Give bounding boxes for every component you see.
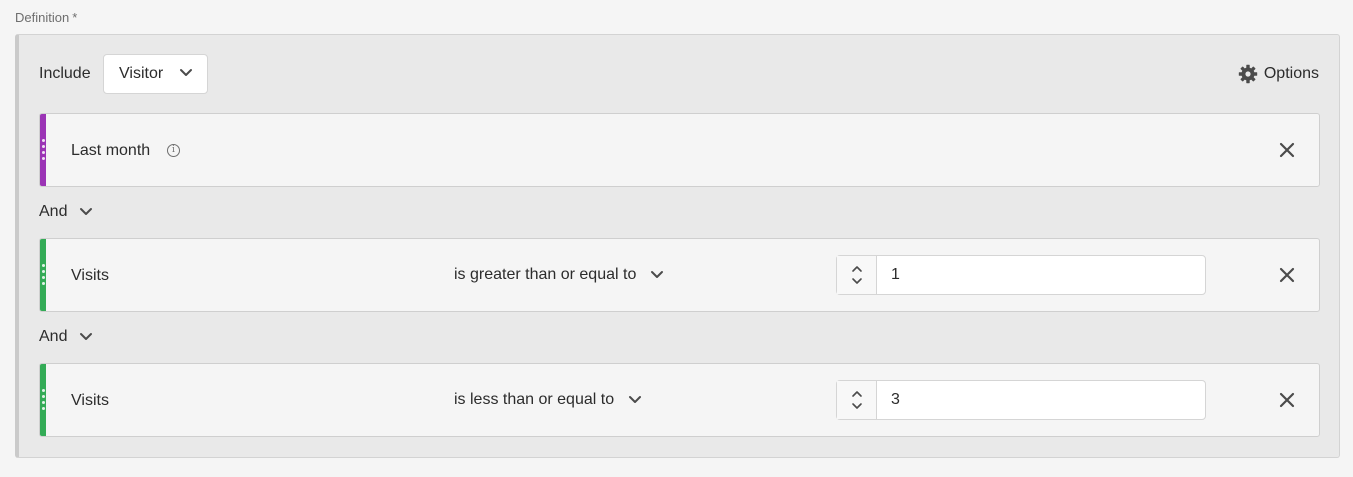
conjunction-dropdown[interactable]: And bbox=[39, 203, 93, 221]
drag-handle[interactable] bbox=[41, 264, 45, 285]
chevron-down-icon[interactable] bbox=[851, 402, 863, 410]
drag-handle[interactable] bbox=[41, 389, 45, 410]
container-type-value: Visitor bbox=[119, 65, 164, 82]
options-label: Options bbox=[1263, 65, 1319, 82]
rule-name: Visits bbox=[71, 267, 109, 284]
chevron-up-icon[interactable] bbox=[851, 265, 863, 273]
required-asterisk: * bbox=[72, 10, 78, 25]
chevron-down-icon bbox=[80, 208, 93, 215]
value-stepper[interactable]: 1 bbox=[836, 255, 1206, 295]
info-icon[interactable]: i bbox=[167, 144, 180, 157]
stepper-buttons[interactable] bbox=[837, 381, 877, 419]
rule-visits-lte: Visits is less than or equal to 3 bbox=[39, 363, 1320, 437]
value-input[interactable]: 1 bbox=[877, 256, 1205, 294]
segment-definition-container: Include Visitor Options Last month i And… bbox=[15, 34, 1340, 458]
operator-dropdown[interactable]: is less than or equal to bbox=[454, 391, 642, 409]
close-icon[interactable] bbox=[1278, 266, 1296, 284]
gear-icon bbox=[1238, 64, 1258, 84]
chevron-down-icon bbox=[629, 396, 642, 403]
chevron-down-icon[interactable] bbox=[851, 277, 863, 285]
close-icon[interactable] bbox=[1278, 391, 1296, 409]
definition-label: Definition * bbox=[15, 10, 77, 25]
chevron-up-icon[interactable] bbox=[851, 390, 863, 398]
conjunction-dropdown[interactable]: And bbox=[39, 328, 93, 346]
operator-label: is less than or equal to bbox=[454, 391, 615, 408]
chevron-down-icon bbox=[80, 333, 93, 340]
chevron-down-icon bbox=[651, 271, 664, 278]
value-stepper[interactable]: 3 bbox=[836, 380, 1206, 420]
options-button[interactable]: Options bbox=[1238, 64, 1319, 84]
container-type-picker[interactable]: Visitor bbox=[103, 54, 208, 94]
close-icon[interactable] bbox=[1278, 141, 1296, 159]
rule-name: Visits bbox=[71, 392, 109, 409]
definition-label-text: Definition bbox=[15, 10, 70, 25]
rule-name: Last month bbox=[71, 142, 151, 159]
conjunction-label: And bbox=[39, 328, 68, 345]
operator-label: is greater than or equal to bbox=[454, 266, 637, 283]
drag-handle[interactable] bbox=[41, 139, 45, 160]
chevron-down-icon bbox=[180, 69, 192, 76]
rule-visits-gte: Visits is greater than or equal to 1 bbox=[39, 238, 1320, 312]
value-input[interactable]: 3 bbox=[877, 381, 1205, 419]
rule-last-month: Last month i bbox=[39, 113, 1320, 187]
conjunction-label: And bbox=[39, 203, 68, 220]
stepper-buttons[interactable] bbox=[837, 256, 877, 294]
include-label: Include bbox=[39, 65, 91, 82]
operator-dropdown[interactable]: is greater than or equal to bbox=[454, 266, 664, 284]
